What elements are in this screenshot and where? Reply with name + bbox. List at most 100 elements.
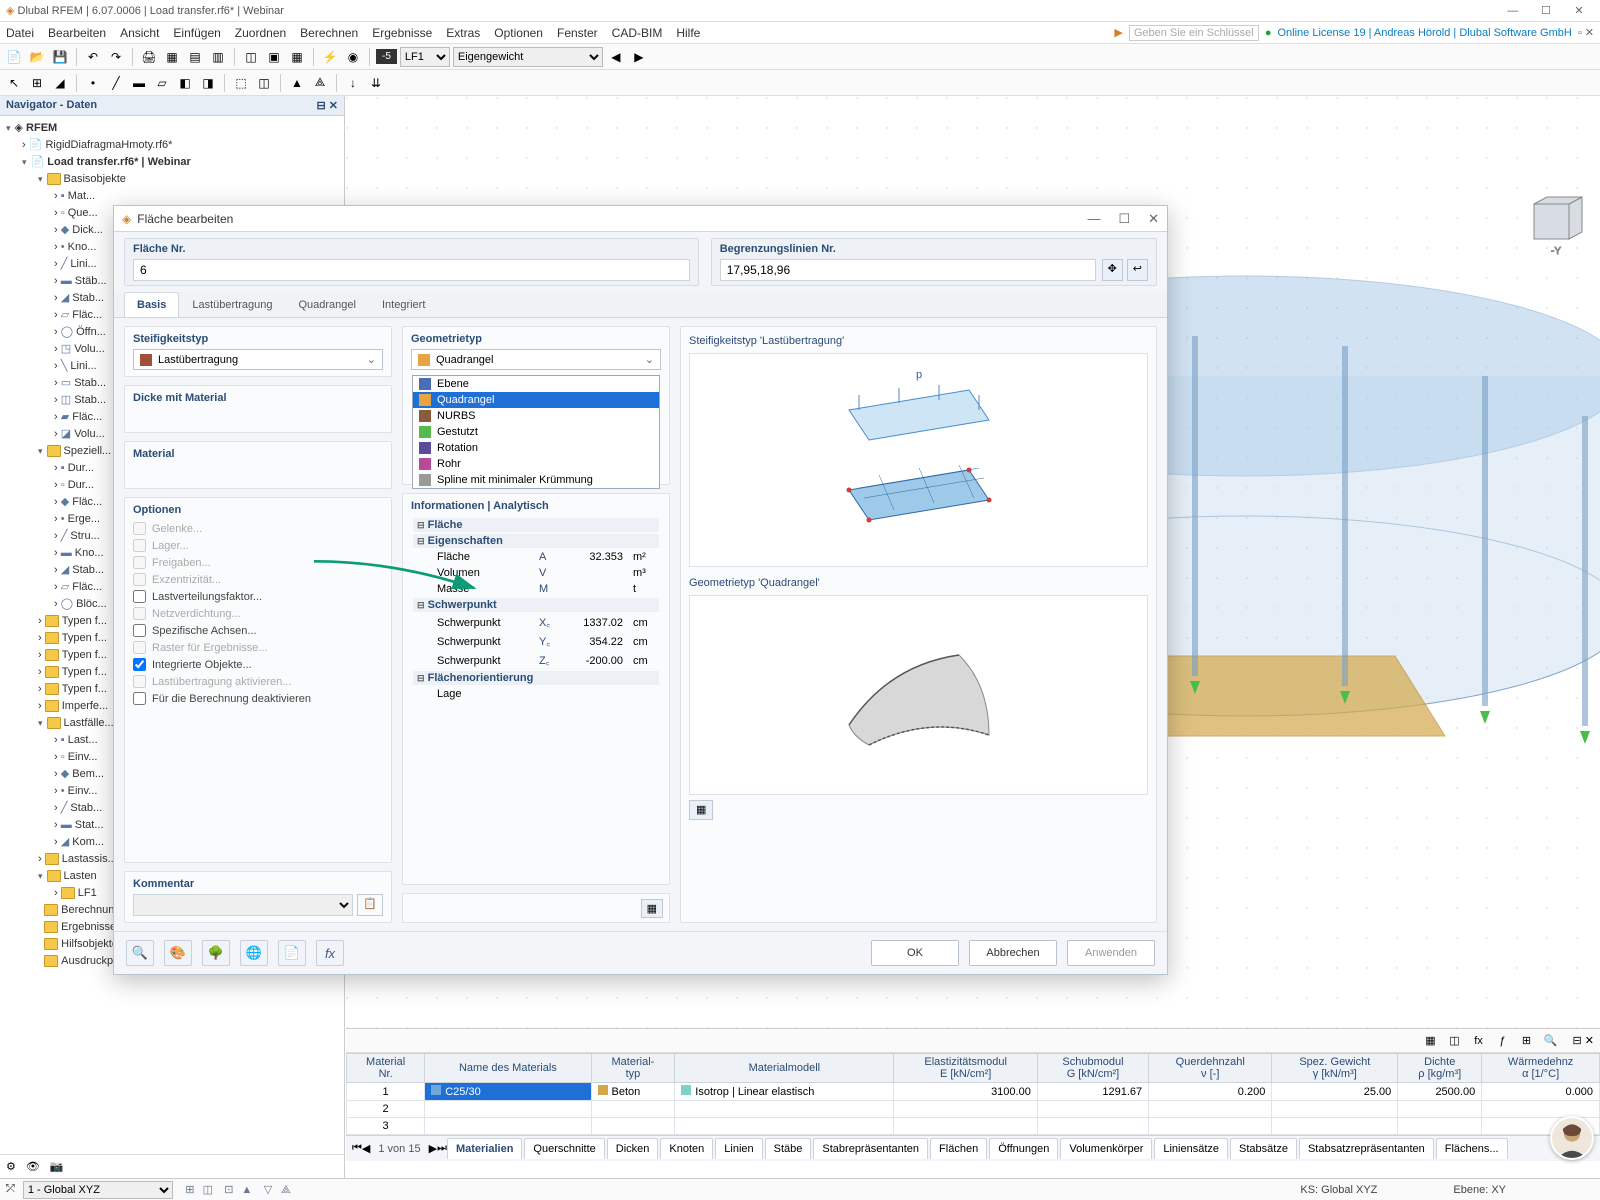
tree-item[interactable]: › ▪ Mat...: [54, 188, 342, 205]
geometry-option[interactable]: Rotation: [413, 440, 659, 456]
datatable-tab[interactable]: Volumenkörper: [1060, 1138, 1152, 1159]
column-header[interactable]: Dichteρ [kg/m³]: [1398, 1054, 1482, 1083]
tool-icon[interactable]: ◉: [343, 47, 363, 67]
tool-icon[interactable]: ⟁: [310, 73, 330, 93]
sb-icon[interactable]: ▲: [238, 1184, 256, 1196]
tab-load-transfer[interactable]: Lastübertragung: [179, 292, 285, 317]
print-icon[interactable]: 🖨: [139, 47, 159, 67]
tool-icon[interactable]: ↖: [4, 73, 24, 93]
tree-icon[interactable]: 🌳: [202, 940, 230, 966]
menu-item[interactable]: Optionen: [494, 26, 543, 40]
datatable-tab[interactable]: Materialien: [447, 1138, 522, 1159]
datatable-tab[interactable]: Stabrepräsentanten: [813, 1138, 928, 1159]
tab-integrated[interactable]: Integriert: [369, 292, 438, 317]
maximize-button[interactable]: ☐: [1531, 4, 1561, 17]
boundary-lines-input[interactable]: [720, 259, 1096, 281]
geometry-option[interactable]: Ebene: [413, 376, 659, 392]
comment-tool-icon[interactable]: 📋: [357, 894, 383, 916]
sb-icon[interactable]: ⊡: [220, 1183, 238, 1196]
preview-grid-icon[interactable]: ▦: [689, 800, 713, 820]
tab-quadrangle[interactable]: Quadrangel: [285, 292, 369, 317]
table-row[interactable]: 3: [347, 1118, 1600, 1135]
color-icon[interactable]: 🎨: [164, 940, 192, 966]
surface-icon[interactable]: ▱: [152, 73, 172, 93]
column-header[interactable]: SchubmodulG [kN/cm²]: [1037, 1054, 1148, 1083]
node-icon[interactable]: •: [83, 73, 103, 93]
menu-item[interactable]: Ergebnisse: [372, 26, 432, 40]
camera-icon[interactable]: 📷: [50, 1160, 64, 1173]
open-icon[interactable]: 📂: [27, 47, 47, 67]
tool-icon[interactable]: ◫: [241, 47, 261, 67]
help-icon[interactable]: 🔍: [126, 940, 154, 966]
ok-button[interactable]: OK: [871, 940, 959, 966]
menu-item[interactable]: Bearbeiten: [48, 26, 106, 40]
next-page-icon[interactable]: ▶: [429, 1142, 437, 1155]
sb-icon[interactable]: ◫: [199, 1183, 217, 1196]
datatable-tab[interactable]: Querschnitte: [524, 1138, 604, 1159]
datatable-tab[interactable]: Stabsätze: [1230, 1138, 1297, 1159]
coord-system-select[interactable]: 1 - Global XYZ: [23, 1181, 173, 1199]
last-page-icon[interactable]: ⏭: [437, 1142, 447, 1155]
column-header[interactable]: MaterialNr.: [347, 1054, 425, 1083]
tool-icon[interactable]: ▦: [287, 47, 307, 67]
support-icon[interactable]: ▲: [287, 73, 307, 93]
tool-icon[interactable]: ▦: [162, 47, 182, 67]
datatable-tab[interactable]: Dicken: [607, 1138, 659, 1159]
comment-input[interactable]: [133, 894, 353, 916]
dialog-minimize-icon[interactable]: —: [1087, 211, 1100, 227]
close-button[interactable]: ✕: [1564, 4, 1594, 17]
tool-icon[interactable]: ◫: [1445, 1031, 1465, 1051]
search-input[interactable]: [1129, 25, 1259, 41]
axis-icon[interactable]: ⤱: [6, 1183, 15, 1196]
geometry-option[interactable]: NURBS: [413, 408, 659, 424]
globe-icon[interactable]: 🌐: [240, 940, 268, 966]
eye-icon[interactable]: 👁: [26, 1160, 40, 1173]
tool-icon[interactable]: ▦: [1421, 1031, 1441, 1051]
datatable-tab[interactable]: Öffnungen: [989, 1138, 1058, 1159]
apply-button[interactable]: Anwenden: [1067, 940, 1155, 966]
column-header[interactable]: ElastizitätsmodulE [kN/cm²]: [894, 1054, 1037, 1083]
sb-icon[interactable]: ▽: [259, 1183, 277, 1196]
fx-icon[interactable]: fx: [316, 940, 344, 966]
first-page-icon[interactable]: ⏮: [352, 1142, 362, 1155]
nav-icon[interactable]: ⚙: [6, 1160, 16, 1173]
calc-icon[interactable]: ⚡: [320, 47, 340, 67]
new-icon[interactable]: 📄: [4, 47, 24, 67]
menu-item[interactable]: Fenster: [557, 26, 598, 40]
tool-icon[interactable]: ▣: [264, 47, 284, 67]
tool-icon[interactable]: ◧: [175, 73, 195, 93]
option-checkbox[interactable]: Für die Berechnung deaktivieren: [133, 690, 383, 707]
geometry-option[interactable]: Gestutzt: [413, 424, 659, 440]
prev-page-icon[interactable]: ◀: [362, 1142, 370, 1155]
menu-item[interactable]: Hilfe: [676, 26, 700, 40]
tool-icon[interactable]: ◢: [50, 73, 70, 93]
tool-icon[interactable]: ⇊: [366, 73, 386, 93]
datatable-tab[interactable]: Knoten: [660, 1138, 713, 1159]
menu-item[interactable]: Zuordnen: [235, 26, 286, 40]
dialog-titlebar[interactable]: ◈ Fläche bearbeiten — ☐ ✕: [114, 206, 1167, 232]
column-header[interactable]: Material-typ: [591, 1054, 675, 1083]
datatable-tab[interactable]: Stäbe: [765, 1138, 812, 1159]
menu-item[interactable]: Ansicht: [120, 26, 159, 40]
materials-table[interactable]: MaterialNr.Name des MaterialsMaterial-ty…: [346, 1053, 1600, 1135]
surface-nr-input[interactable]: [133, 259, 690, 281]
tool-icon[interactable]: ⊞: [1517, 1031, 1537, 1051]
geometry-dropdown[interactable]: Quadrangel ⌄ EbeneQuadrangelNURBSGestutz…: [411, 349, 661, 370]
select-icon[interactable]: ↩: [1127, 259, 1148, 281]
tool-icon[interactable]: ⬚: [231, 73, 251, 93]
tool-icon[interactable]: ◨: [198, 73, 218, 93]
minimize-button[interactable]: —: [1498, 5, 1528, 17]
column-header[interactable]: Name des Materials: [425, 1054, 591, 1083]
column-header[interactable]: Wärmedehnzα [1/°C]: [1482, 1054, 1600, 1083]
datatable-tab[interactable]: Linien: [715, 1138, 762, 1159]
dialog-close-icon[interactable]: ✕: [1148, 211, 1159, 227]
tool-icon[interactable]: ƒ: [1493, 1031, 1513, 1051]
panel-close-icon[interactable]: ⊟ ✕: [1573, 1034, 1595, 1047]
tool-icon[interactable]: fx: [1469, 1031, 1489, 1051]
option-checkbox[interactable]: Spezifische Achsen...: [133, 622, 383, 639]
menu-item[interactable]: Einfügen: [173, 26, 220, 40]
info-grid-icon[interactable]: ▦: [641, 899, 663, 918]
geometry-options-list[interactable]: EbeneQuadrangelNURBSGestutztRotationRohr…: [412, 375, 660, 489]
next-icon[interactable]: ▶: [629, 47, 649, 67]
menu-item[interactable]: CAD-BIM: [612, 26, 663, 40]
